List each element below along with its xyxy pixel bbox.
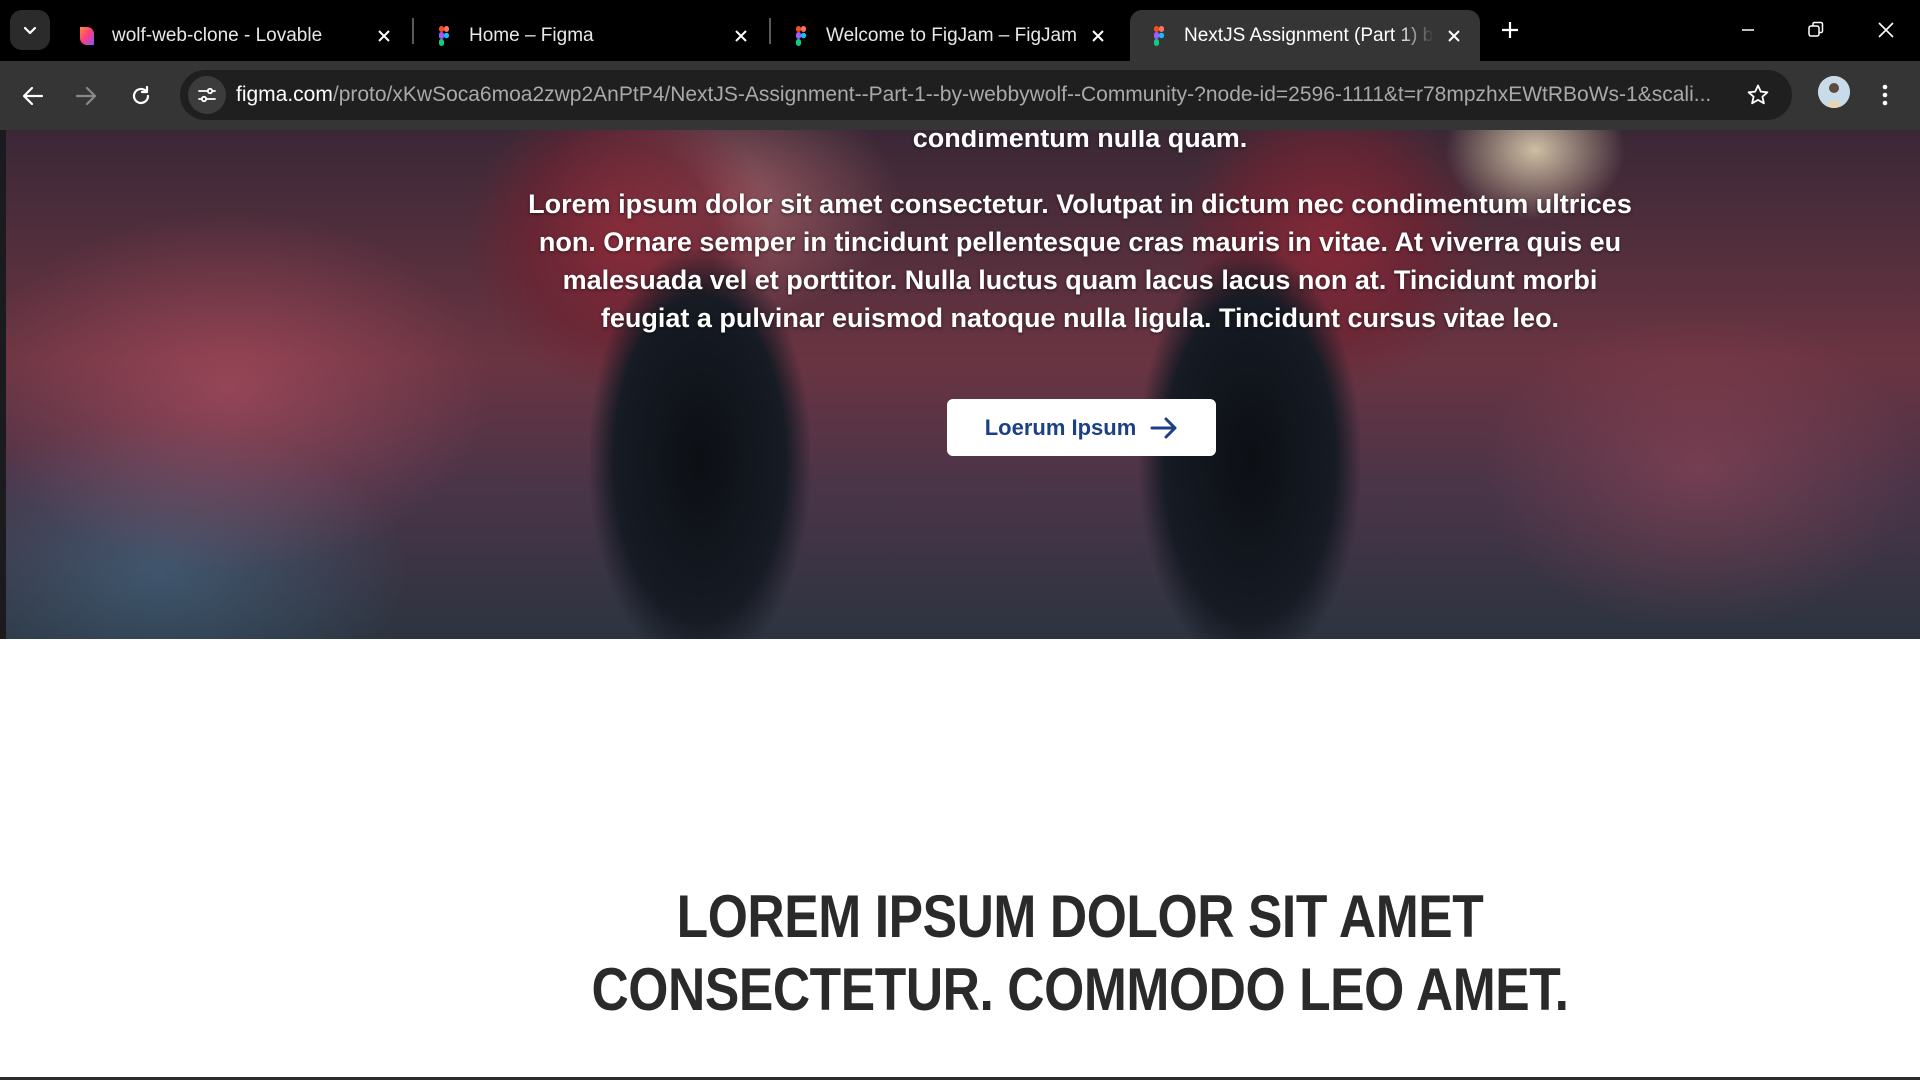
bookmark-button[interactable] bbox=[1742, 79, 1774, 111]
tab-separator bbox=[769, 18, 771, 44]
hero-text: condimentum nulla quam. Lorem ipsum dolo… bbox=[520, 130, 1640, 337]
browser-tab-active[interactable]: NextJS Assignment (Part 1) by webbywolf bbox=[1130, 10, 1480, 61]
browser-tab[interactable]: Welcome to FigJam – FigJam bbox=[772, 10, 1124, 61]
browser-tab[interactable]: wolf-web-clone - Lovable bbox=[58, 10, 410, 61]
browser-tab-strip: wolf-web-clone - Lovable Home – Figma We… bbox=[0, 0, 1920, 61]
arrow-right-icon bbox=[1150, 417, 1177, 438]
close-icon[interactable] bbox=[1086, 24, 1110, 48]
arrow-left-icon bbox=[22, 86, 44, 106]
figma-icon bbox=[439, 25, 450, 46]
reload-button[interactable] bbox=[122, 77, 160, 115]
tab-separator bbox=[412, 18, 414, 44]
close-icon[interactable] bbox=[372, 24, 396, 48]
section-heading: LOREM IPSUM DOLOR SIT AMET CONSECTETUR. … bbox=[591, 883, 1569, 1023]
tab-title: Welcome to FigJam – FigJam bbox=[826, 24, 1077, 46]
hero-edge bbox=[0, 130, 6, 639]
close-icon[interactable] bbox=[729, 24, 753, 48]
figma-icon bbox=[796, 25, 807, 46]
hero-section: condimentum nulla quam. Lorem ipsum dolo… bbox=[0, 130, 1920, 639]
url-path: /proto/xKwSoca6moa2zwp2AnPtP4/NextJS-Ass… bbox=[332, 83, 1712, 106]
hero-cta-label: Loerum Ipsum bbox=[984, 414, 1137, 440]
site-info-button[interactable] bbox=[188, 76, 226, 114]
tune-icon bbox=[198, 87, 216, 103]
tab-title: Home – Figma bbox=[469, 24, 594, 46]
profile-avatar[interactable] bbox=[1818, 76, 1850, 108]
url-text[interactable]: figma.com/proto/xKwSoca6moa2zwp2AnPtP4/N… bbox=[236, 70, 1716, 120]
hero-cta-button[interactable]: Loerum Ipsum bbox=[947, 399, 1216, 456]
tab-search-button[interactable] bbox=[10, 10, 50, 50]
arrow-right-icon bbox=[75, 86, 97, 106]
reload-icon bbox=[132, 85, 150, 105]
lovable-heart-icon bbox=[80, 26, 94, 45]
close-window-button[interactable] bbox=[1862, 12, 1910, 48]
hero-text-line: condimentum nulla quam. bbox=[912, 130, 1248, 153]
chevron-down-icon bbox=[23, 26, 37, 35]
tab-title: NextJS Assignment (Part 1) by webbywolf bbox=[1184, 24, 1434, 46]
browser-toolbar: figma.com/proto/xKwSoca6moa2zwp2AnPtP4/N… bbox=[0, 61, 1920, 130]
close-icon bbox=[1878, 22, 1894, 38]
new-tab-button[interactable] bbox=[1494, 14, 1526, 46]
minimize-button[interactable] bbox=[1724, 12, 1772, 48]
plus-icon bbox=[1502, 22, 1518, 38]
star-icon bbox=[1747, 84, 1769, 105]
browser-tab[interactable]: Home – Figma bbox=[415, 10, 767, 61]
back-button[interactable] bbox=[14, 77, 52, 115]
forward-button[interactable] bbox=[67, 77, 105, 115]
address-bar[interactable]: figma.com/proto/xKwSoca6moa2zwp2AnPtP4/N… bbox=[180, 70, 1792, 120]
avatar-icon bbox=[1818, 76, 1850, 108]
url-host: figma.com bbox=[236, 83, 333, 106]
tab-title: wolf-web-clone - Lovable bbox=[112, 24, 323, 46]
restore-button[interactable] bbox=[1792, 12, 1840, 48]
close-icon[interactable] bbox=[1442, 24, 1466, 48]
hero-paragraph: Lorem ipsum dolor sit amet consectetur. … bbox=[528, 189, 1632, 333]
more-vertical-icon bbox=[1882, 84, 1888, 106]
browser-menu-button[interactable] bbox=[1870, 77, 1900, 113]
restore-icon bbox=[1808, 21, 1824, 37]
minimize-icon bbox=[1742, 29, 1754, 31]
figma-icon bbox=[1154, 25, 1165, 46]
